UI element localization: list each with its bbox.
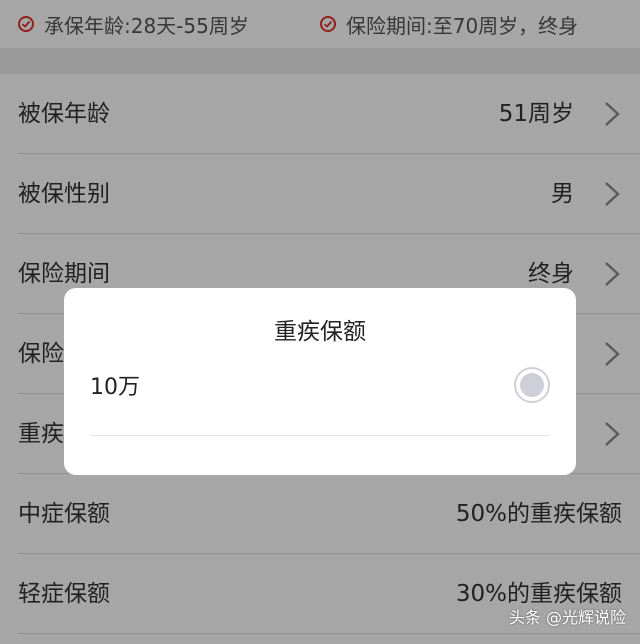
dialog-option[interactable]: 10万 — [90, 367, 550, 436]
watermark: 头条 @光辉说险 — [508, 608, 626, 627]
radio-button[interactable] — [514, 367, 550, 403]
dialog-title: 重疾保额 — [274, 319, 366, 345]
radio-dot — [520, 373, 544, 397]
divider — [90, 435, 550, 436]
option-label: 10万 — [90, 375, 140, 400]
amount-picker-dialog: 重疾保额 10万 — [64, 288, 576, 475]
